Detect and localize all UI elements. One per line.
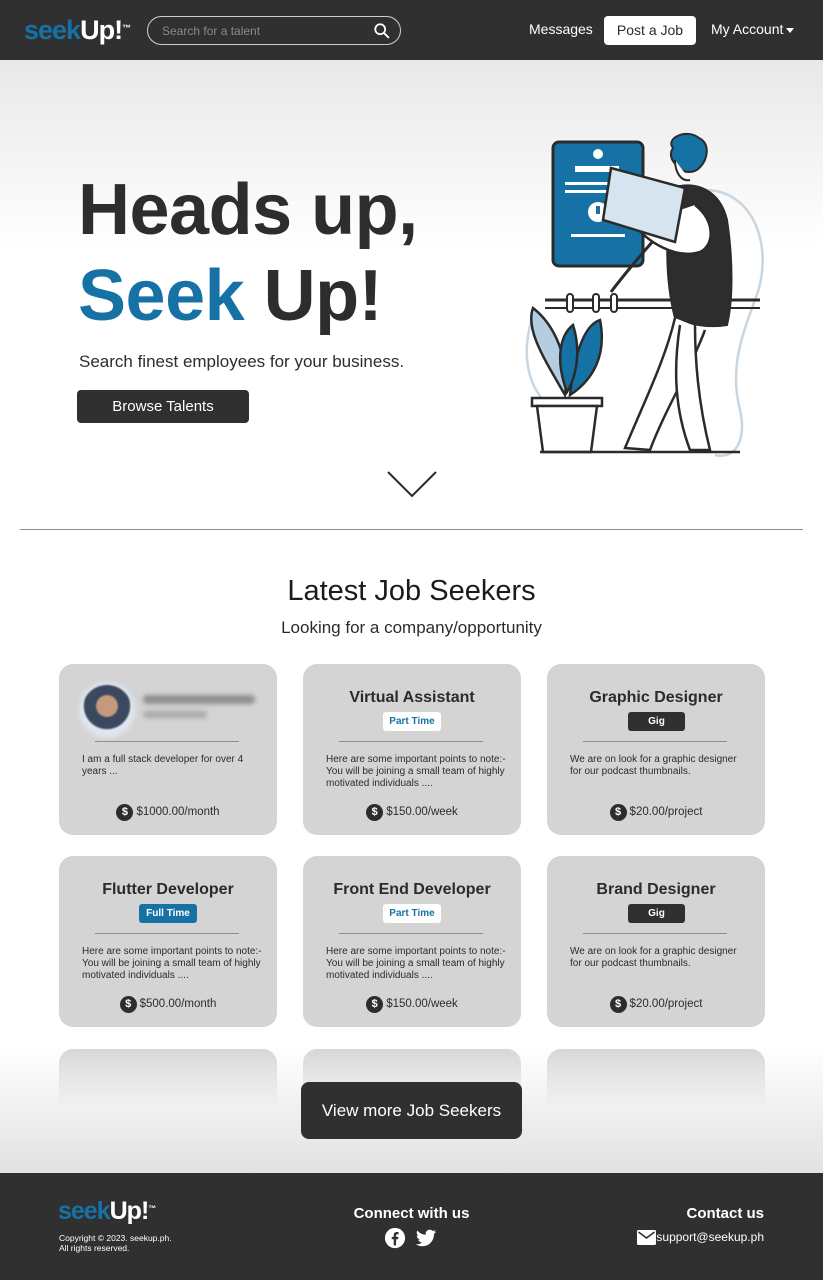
job-seeker-card[interactable]: Front End Developer Part Time Here are s… <box>303 856 521 1027</box>
section-title: Latest Job Seekers <box>287 575 536 607</box>
card-title: Flutter Developer <box>102 881 234 898</box>
card-description: Here are some important points to note:-… <box>82 946 262 981</box>
social-links <box>384 1227 442 1249</box>
hero-section: Heads up, Seek Up! Search finest employe… <box>0 60 823 528</box>
card-price: $ $20.00/project <box>547 803 765 821</box>
job-seeker-card[interactable]: Brand Designer Gig We are on look for a … <box>547 856 765 1027</box>
card-divider <box>339 741 483 742</box>
hero-heading-line1: Heads up, <box>78 170 418 250</box>
card-title: Front End Developer <box>333 881 491 898</box>
dollar-icon: $ <box>609 995 627 1013</box>
card-description: I am a full stack developer for over 4 y… <box>82 754 244 777</box>
dollar-icon: $ <box>609 803 627 821</box>
hero-subtitle: Search finest employees for your busines… <box>79 352 405 371</box>
section-divider <box>20 529 803 530</box>
card-description: Here are some important points to note:-… <box>326 754 506 789</box>
job-type-badge: Part Time <box>383 712 441 731</box>
card-description: We are on look for a graphic designer fo… <box>570 946 737 969</box>
dollar-icon: $ <box>366 995 384 1013</box>
job-seeker-card[interactable]: Flutter Developer Full Time Here are som… <box>59 856 277 1027</box>
search-input[interactable] <box>162 22 362 40</box>
facebook-icon[interactable] <box>384 1227 406 1249</box>
job-type-badge: Gig <box>628 904 685 923</box>
twitter-icon[interactable] <box>415 1227 437 1249</box>
browse-talents-button[interactable]: Browse Talents <box>77 390 249 423</box>
footer: seekUp!™ Copyright © 2023. seekup.ph. Al… <box>0 1173 823 1280</box>
card-price: $ $500.00/month <box>59 995 277 1013</box>
card-divider <box>339 933 483 934</box>
mail-icon <box>637 1230 656 1245</box>
hero-heading-line2: Seek Up! <box>78 256 383 336</box>
dollar-icon: $ <box>366 803 384 821</box>
card-price: $ $1000.00/month <box>59 803 277 821</box>
top-navbar: seekUp!™ Messages Post a Job My Account <box>0 0 823 60</box>
card-price: $ $150.00/week <box>303 803 521 821</box>
dollar-icon: $ <box>116 803 134 821</box>
job-type-badge: Part Time <box>383 904 441 923</box>
blurred-job-title <box>143 695 255 704</box>
card-title: Graphic Designer <box>589 689 723 706</box>
scroll-down-chevron-icon[interactable] <box>386 470 438 500</box>
card-description: We are on look for a graphic designer fo… <box>570 754 737 777</box>
view-more-button[interactable]: View more Job Seekers <box>301 1082 522 1139</box>
faded-card <box>59 1049 277 1109</box>
job-seeker-card[interactable]: Graphic Designer Gig We are on look for … <box>547 664 765 835</box>
search-box <box>147 16 401 45</box>
card-divider <box>95 933 239 934</box>
card-divider <box>95 741 239 742</box>
job-type-badge: Gig <box>628 712 685 731</box>
job-seeker-card[interactable]: I am a full stack developer for over 4 y… <box>59 664 277 835</box>
search-icon[interactable] <box>373 22 391 40</box>
logo[interactable]: seekUp!™ <box>24 14 131 46</box>
job-type-badge: Full Time <box>139 904 197 923</box>
section-subtitle: Looking for a company/opportunity <box>281 618 542 637</box>
my-account-menu[interactable]: My Account <box>711 21 783 37</box>
card-divider <box>583 933 727 934</box>
support-email-link[interactable]: support@seekup.ph <box>656 1230 764 1244</box>
contact-heading: Contact us <box>686 1205 764 1222</box>
card-title: Brand Designer <box>596 881 716 898</box>
card-price: $ $150.00/week <box>303 995 521 1013</box>
card-title: Virtual Assistant <box>349 689 475 706</box>
caret-down-icon[interactable] <box>786 28 794 33</box>
faded-card <box>547 1049 765 1109</box>
card-divider <box>583 741 727 742</box>
post-job-button[interactable]: Post a Job <box>604 16 696 45</box>
copyright-text: Copyright © 2023. seekup.ph. All rights … <box>59 1233 172 1253</box>
job-seeker-card[interactable]: Virtual Assistant Part Time Here are som… <box>303 664 521 835</box>
hero-illustration <box>525 132 764 458</box>
card-description: Here are some important points to note:-… <box>326 946 506 981</box>
dollar-icon: $ <box>119 995 137 1013</box>
blurred-name <box>143 711 207 718</box>
card-price: $ $20.00/project <box>547 995 765 1013</box>
avatar <box>82 685 132 735</box>
messages-link[interactable]: Messages <box>529 21 593 37</box>
